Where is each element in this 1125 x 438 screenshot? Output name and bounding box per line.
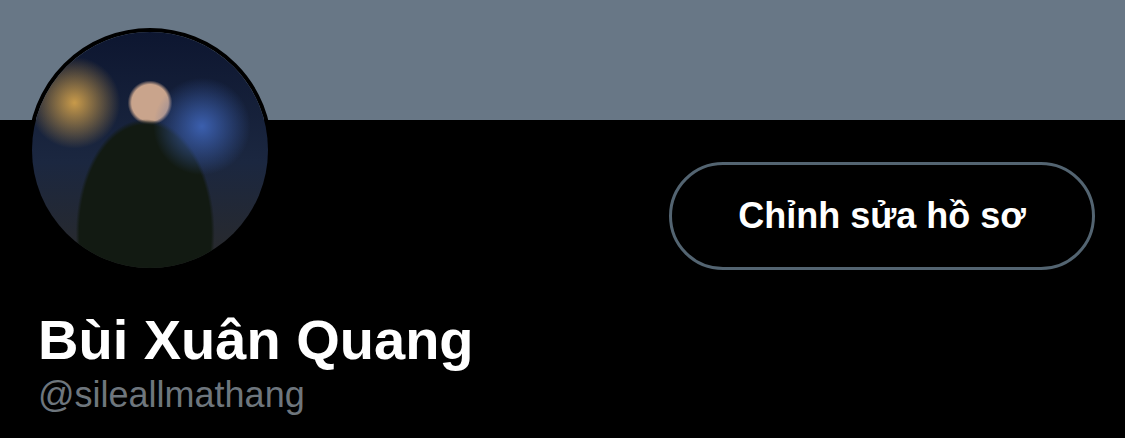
avatar-photo [32, 32, 268, 268]
edit-profile-button[interactable]: Chỉnh sửa hồ sơ [669, 162, 1095, 270]
avatar-row: Chỉnh sửa hồ sơ [30, 120, 1095, 272]
display-name: Bùi Xuân Quang [38, 306, 1095, 373]
profile-header: Chỉnh sửa hồ sơ Bùi Xuân Quang @sileallm… [0, 120, 1125, 416]
avatar[interactable] [28, 28, 272, 272]
profile-page: Chỉnh sửa hồ sơ Bùi Xuân Quang @sileallm… [0, 0, 1125, 438]
user-handle: @sileallmathang [38, 373, 1095, 416]
